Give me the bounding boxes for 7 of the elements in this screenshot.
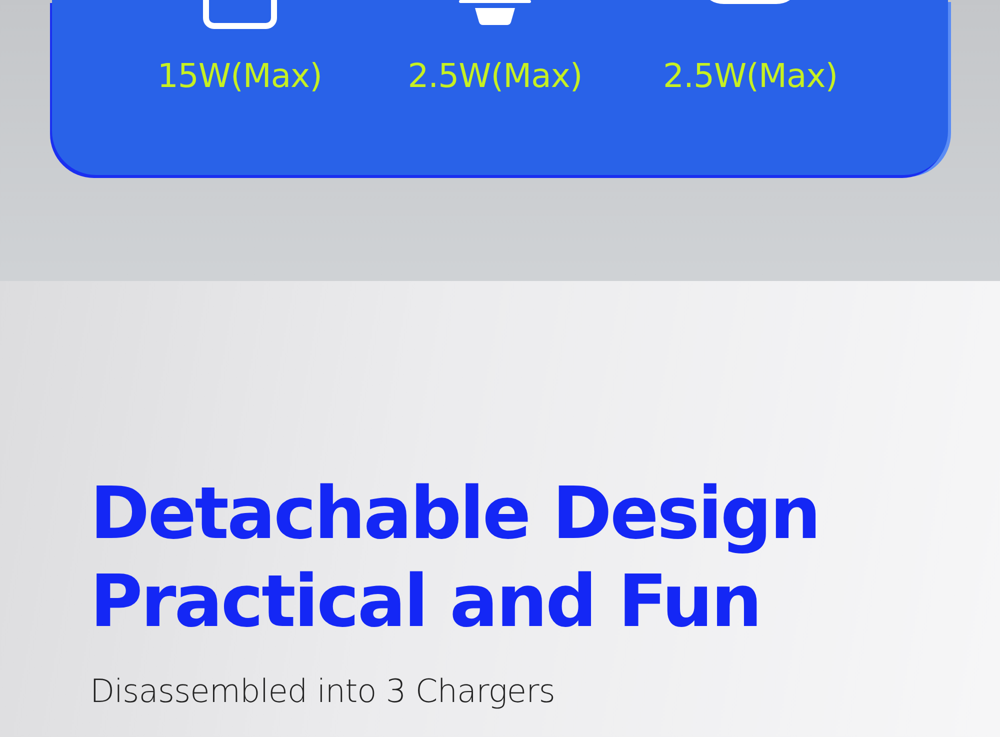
power-rating: 2.5W(Max)	[663, 56, 838, 96]
headline: Practical and Fun	[90, 558, 762, 645]
power-rating: 2.5W(Max)	[408, 56, 582, 96]
headline: Detachable Design	[90, 470, 820, 557]
watch-icon	[456, 0, 533, 26]
power-rating: 15W(Max)	[157, 56, 322, 96]
subtitle: Disassembled into 3 Chargers	[90, 671, 556, 711]
